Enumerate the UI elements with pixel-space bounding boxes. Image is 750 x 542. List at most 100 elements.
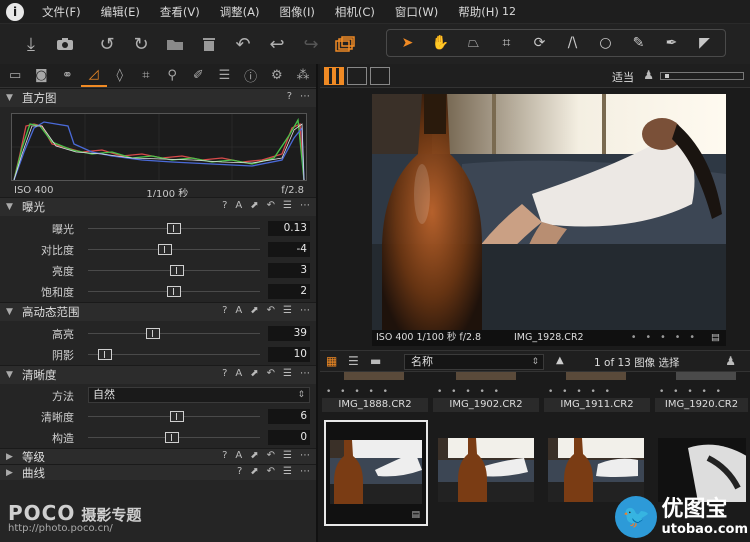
tab-settings-icon[interactable]: ⚙ [264, 65, 290, 87]
slider-knob[interactable] [165, 432, 180, 443]
copy-icon[interactable]: ⬈ [250, 466, 258, 477]
tab-metadata-icon[interactable]: ☰ [211, 65, 237, 87]
clarity-header[interactable]: ▼ 清晰度 ? A ⬈ ↶ ☰ ⋯ [0, 365, 316, 384]
menu-help[interactable]: 帮助(H) [448, 4, 509, 20]
slider-knob[interactable] [158, 244, 173, 255]
thumbnail[interactable] [434, 420, 538, 526]
slider-knob[interactable] [170, 411, 185, 422]
slider-value[interactable]: 0 [268, 430, 310, 445]
curves-header[interactable]: ▶ 曲线 ? ⬈ ↶ ☰ ⋯ [0, 464, 316, 480]
help-icon[interactable]: ? [222, 200, 227, 211]
thumb-caption[interactable]: • • • • • IMG_1911.CR2 [544, 386, 650, 414]
reset-icon[interactable]: ↶ [226, 28, 260, 60]
slider-knob[interactable] [98, 349, 113, 360]
histogram-header[interactable]: ▼ 直方图 ? ⋯ [0, 88, 316, 107]
filmstrip-icon[interactable]: ▬ [370, 354, 381, 368]
move-folder-icon[interactable] [158, 28, 192, 60]
help-icon[interactable]: ? [287, 91, 292, 102]
slider-knob[interactable] [167, 286, 181, 297]
stack-icon[interactable] [328, 28, 362, 60]
picker-tool-icon[interactable]: ✒ [657, 35, 687, 51]
import-icon[interactable]: ⤓ [14, 28, 48, 60]
auto-icon[interactable]: A [235, 368, 242, 379]
menu-adjust[interactable]: 调整(A) [210, 4, 270, 20]
slider-knob[interactable] [170, 265, 185, 276]
thumb-caption[interactable]: • • • • • IMG_1920.CR2 [655, 386, 748, 414]
help-icon[interactable]: ? [222, 368, 227, 379]
exposure-header[interactable]: ▼ 曝光 ? A ⬈ ↶ ☰ ⋯ [0, 197, 316, 216]
menu-view[interactable]: 查看(V) [150, 4, 210, 20]
copy-icon[interactable]: ⬈ [250, 450, 258, 461]
rating-dots[interactable]: • • • • • [544, 386, 650, 398]
tab-local-icon[interactable]: ✐ [185, 65, 211, 87]
list-icon[interactable]: ☰ [283, 305, 292, 316]
trash-icon[interactable] [192, 28, 226, 60]
list-view-icon[interactable]: ☰ [348, 354, 359, 368]
list-icon[interactable]: ☰ [283, 200, 292, 211]
rating-dots[interactable]: • • • • • [433, 386, 539, 398]
slider-track[interactable] [88, 328, 260, 339]
fullscreen-view-icon[interactable] [370, 66, 390, 85]
slider-value[interactable]: 3 [268, 263, 310, 278]
method-select[interactable]: 自然 ⇕ [88, 387, 310, 403]
tab-info-icon[interactable]: ⓘ [238, 65, 264, 87]
reset-icon[interactable]: ↶ [267, 466, 275, 477]
perspective-tool-icon[interactable]: /\ [558, 35, 588, 51]
slider-track[interactable] [88, 432, 260, 443]
menu-edit[interactable]: 编辑(E) [91, 4, 150, 20]
reset-icon[interactable]: ↶ [267, 305, 275, 316]
tab-library-icon[interactable]: ▭ [2, 65, 28, 87]
tab-batch-icon[interactable]: ⁂ [290, 65, 316, 87]
rating-dots[interactable]: • • • • • [655, 386, 748, 398]
camera-icon[interactable] [48, 28, 82, 60]
annotate-tool-icon[interactable]: ◤ [690, 35, 720, 51]
rating-dots[interactable]: • • • • • [322, 386, 428, 398]
zoom-fit-label[interactable]: 适当 [612, 69, 634, 85]
redo-icon[interactable]: ↪ [294, 28, 328, 60]
more-icon[interactable]: ⋯ [300, 305, 310, 316]
pan-tool-icon[interactable]: ✋ [426, 35, 456, 51]
circle-tool-icon[interactable]: ○ [591, 35, 621, 51]
rating-dots[interactable]: • • • • • [631, 330, 698, 346]
slider-value[interactable]: 10 [268, 347, 310, 362]
slider-track[interactable] [88, 349, 260, 360]
reset-icon[interactable]: ↶ [267, 450, 275, 461]
thumb-caption[interactable]: • • • • • IMG_1888.CR2 [322, 386, 428, 414]
slider-track[interactable] [88, 411, 260, 422]
hdr-header[interactable]: ▼ 高动态范围 ? A ⬈ ↶ ☰ ⋯ [0, 302, 316, 321]
more-icon[interactable]: ⋯ [300, 450, 310, 461]
slider-track[interactable] [88, 265, 260, 276]
menu-file[interactable]: 文件(F) [32, 4, 91, 20]
tab-crop-icon[interactable]: ⌗ [133, 65, 159, 87]
reset-icon[interactable]: ↶ [267, 200, 275, 211]
slider-track[interactable] [88, 244, 260, 255]
slider-value[interactable]: 6 [268, 409, 310, 424]
user-icon[interactable]: ♟ [725, 354, 736, 368]
slider-knob[interactable] [167, 223, 181, 234]
copy-icon[interactable]: ⬈ [250, 368, 258, 379]
main-photo[interactable] [372, 94, 726, 330]
thumbnail-selected[interactable]: ▤ [324, 420, 428, 526]
slider-value[interactable]: 2 [268, 284, 310, 299]
auto-icon[interactable]: A [235, 305, 242, 316]
help-icon[interactable]: ? [222, 450, 227, 461]
rotate-left-icon[interactable]: ↺ [90, 28, 124, 60]
grid-icon[interactable]: ▦ [326, 354, 337, 368]
zoom-slider[interactable] [660, 72, 744, 80]
crop-tool-icon[interactable]: ⌗ [492, 35, 522, 51]
rotate-tool-icon[interactable]: ⟳ [525, 35, 555, 51]
undo-icon[interactable]: ↩ [260, 28, 294, 60]
list-icon[interactable]: ☰ [283, 450, 292, 461]
auto-icon[interactable]: A [235, 200, 242, 211]
single-view-icon[interactable] [347, 66, 367, 85]
tab-color-icon[interactable]: ⚭ [54, 65, 80, 87]
help-icon[interactable]: ? [237, 466, 242, 477]
tab-details-icon[interactable]: ⚲ [159, 65, 185, 87]
select-tool-icon[interactable]: ➤ [393, 35, 423, 51]
more-icon[interactable]: ⋯ [300, 368, 310, 379]
more-icon[interactable]: ⋯ [300, 200, 310, 211]
slider-knob[interactable] [146, 328, 161, 339]
menu-camera[interactable]: 相机(C) [325, 4, 385, 20]
tab-capture-icon[interactable]: ◙ [28, 65, 54, 87]
list-icon[interactable]: ☰ [283, 368, 292, 379]
